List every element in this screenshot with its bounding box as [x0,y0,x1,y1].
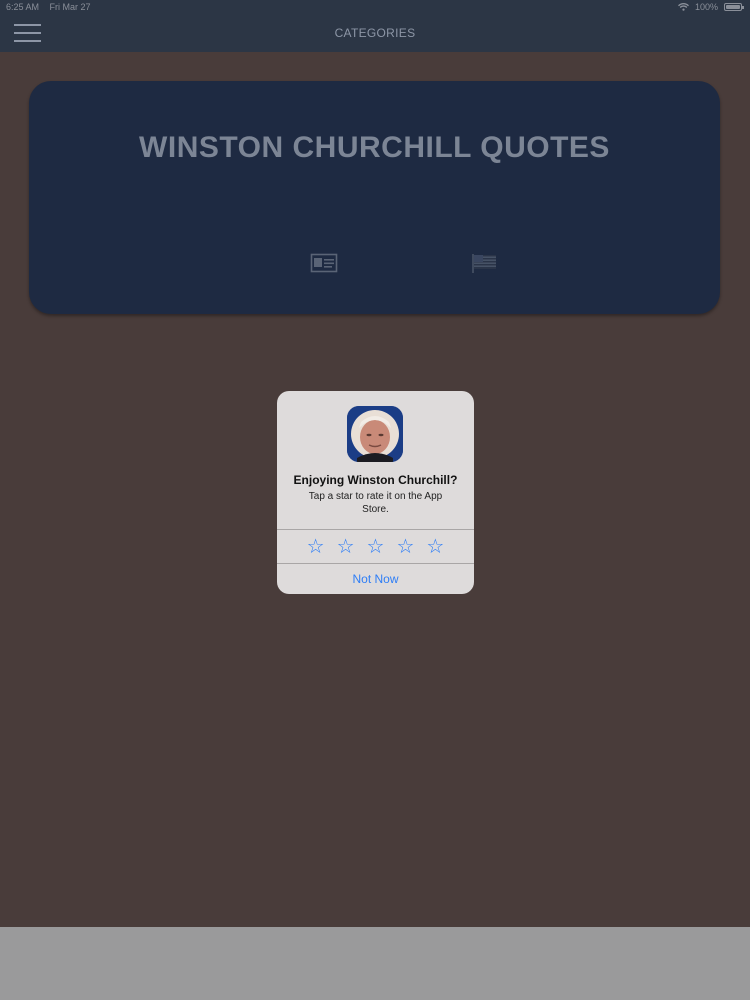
dialog-title: Enjoying Winston Churchill? [293,473,458,487]
page-title: CATEGORIES [334,26,416,40]
bottom-bar [0,927,750,1000]
status-time: 6:25 AM [6,2,40,12]
not-now-button[interactable]: Not Now [277,564,474,594]
category-title: WINSTON CHURCHILL QUOTES [139,131,610,164]
star-5-icon[interactable]: ☆ [426,537,444,557]
status-bar: 6:25 AM Fri Mar 27 100% [0,0,750,14]
category-card[interactable]: WINSTON CHURCHILL QUOTES [29,81,720,314]
id-card-icon[interactable] [310,251,338,275]
star-1-icon[interactable]: ☆ [307,537,325,557]
dialog-message: Tap a star to rate it on the App Store. [308,491,443,515]
wifi-icon [678,3,689,11]
flag-icon[interactable] [471,251,499,275]
star-2-icon[interactable]: ☆ [337,537,355,557]
battery-percent: 100% [694,2,718,12]
star-3-icon[interactable]: ☆ [367,537,385,557]
rating-dialog: Enjoying Winston Churchill? Tap a star t… [277,391,474,594]
battery-icon [724,3,744,11]
app-icon [347,406,403,462]
star-rating: ☆ ☆ ☆ ☆ ☆ [277,530,474,563]
navigation-bar: CATEGORIES [0,14,750,52]
star-4-icon[interactable]: ☆ [396,537,414,557]
status-date: Fri Mar 27 [49,2,91,12]
